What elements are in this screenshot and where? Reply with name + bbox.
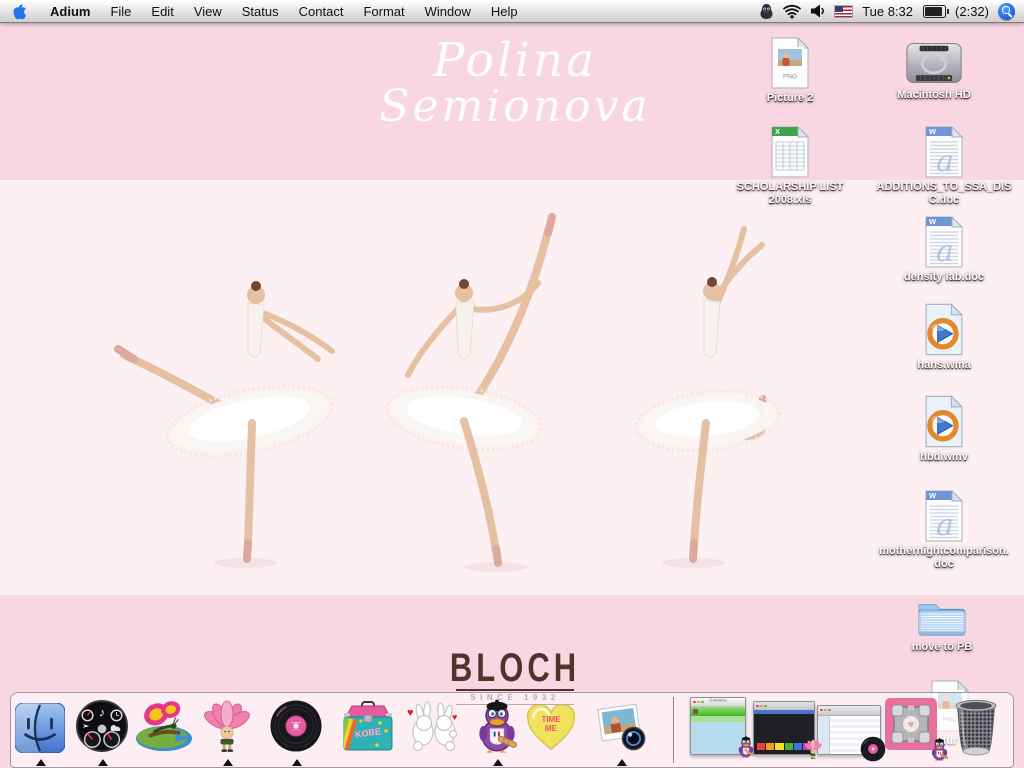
- windows-media-file-icon: [876, 392, 1012, 448]
- desktop-icon-scholarship-list[interactable]: SCHOLARSHIP LIST 2008.xls: [722, 122, 858, 207]
- dock-kissing-bunnies[interactable]: [405, 701, 463, 758]
- contact-group-row: [691, 707, 745, 716]
- desktop-icon-label: Macintosh HD: [897, 89, 971, 101]
- running-indicator: [36, 759, 46, 766]
- hard-drive-icon: [866, 30, 1002, 86]
- menu-help[interactable]: Help: [481, 4, 528, 19]
- dock-candy-heart[interactable]: TIME ME: [524, 705, 578, 758]
- dock-finder[interactable]: [15, 703, 65, 758]
- dock-separator: [673, 697, 674, 763]
- mini-window-titlebar: Contacts: [691, 698, 745, 707]
- word-file-icon: [876, 212, 1012, 268]
- beret-duck-badge-icon: [930, 737, 949, 761]
- dock-trash[interactable]: [948, 694, 1004, 763]
- png-file-icon: [722, 33, 858, 89]
- desktop-icon-picture-2[interactable]: Picture 2: [722, 33, 858, 105]
- desktop-icon-additions-to-ssa-disc[interactable]: ADDITIONS_TO_SSA_DISC.doc: [876, 122, 1012, 207]
- menu-bar: Adium File Edit View Status Contact Form…: [0, 0, 1024, 23]
- menu-contact[interactable]: Contact: [289, 4, 354, 19]
- dock-vinyl-record[interactable]: [269, 699, 323, 758]
- folder-icon: [874, 582, 1010, 638]
- dock-minimized-itunes-window[interactable]: [817, 705, 881, 755]
- windows-media-file-icon: [876, 300, 1012, 356]
- desktop-icon-label: move to PB: [911, 641, 973, 653]
- battery-time-remaining[interactable]: (2:32): [955, 4, 989, 19]
- menu-status[interactable]: Status: [232, 4, 289, 19]
- menu-file[interactable]: File: [100, 4, 141, 19]
- app-menu-adium[interactable]: Adium: [40, 4, 100, 19]
- desktop-icon-label: density lab.doc: [903, 271, 985, 283]
- desktop-icon-label: Picture 2: [766, 92, 814, 104]
- dock-beret-duck[interactable]: [475, 697, 519, 758]
- menu-format[interactable]: Format: [353, 4, 414, 19]
- apple-menu[interactable]: [0, 0, 40, 22]
- running-indicator: [292, 759, 302, 766]
- running-indicator: [493, 759, 503, 766]
- desktop-icon-macintosh-hd[interactable]: Macintosh HD: [866, 30, 1002, 102]
- excel-file-icon: [722, 122, 858, 178]
- dock: KOBE TIME ME Contacts: [10, 692, 1014, 768]
- bloch-wordmark: BLOCH: [449, 645, 581, 690]
- running-indicator: [223, 759, 233, 766]
- word-file-icon: [876, 486, 1012, 542]
- dock-kobe-lunchbox[interactable]: KOBE: [339, 701, 397, 758]
- dock-iphoto[interactable]: [594, 699, 648, 758]
- vinyl-record-badge-icon: [860, 736, 886, 762]
- volume-icon[interactable]: [810, 4, 826, 18]
- itunes-toolbar: [818, 706, 880, 716]
- desktop-icon-hbd-wmv[interactable]: hbd.wmv: [876, 392, 1012, 464]
- menu-edit[interactable]: Edit: [141, 4, 183, 19]
- desktop-icon-label: ADDITIONS_TO_SSA_DISC.doc: [876, 181, 1012, 206]
- desktop-icon-label: hans.wma: [917, 359, 971, 371]
- adium-duck-menu-icon[interactable]: [759, 3, 774, 20]
- thumbnail-strip: [757, 743, 812, 750]
- menu-clock[interactable]: Tue 8:32: [861, 4, 914, 19]
- desktop-icon-mothernightcomparison[interactable]: mothernightcomparison.doc: [876, 486, 1012, 571]
- mini-window-title: Contacts: [709, 697, 727, 703]
- running-indicator: [617, 759, 627, 766]
- dock-dashboard[interactable]: [75, 699, 129, 758]
- traffic-light-buttons: [820, 708, 831, 712]
- menu-view[interactable]: View: [184, 4, 232, 19]
- desktop-icon-label: SCHOLARSHIP LIST 2008.xls: [736, 181, 844, 206]
- desktop-screen: Polina Semionova BLOCH Picture 2 Macinto…: [0, 0, 1024, 768]
- dock-minimized-browser-window[interactable]: [753, 701, 815, 755]
- ballerinas-wallpaper-image: [114, 213, 782, 572]
- battery-icon[interactable]: [923, 4, 950, 18]
- lotus-badge-icon: [804, 739, 822, 759]
- wifi-icon[interactable]: [783, 4, 802, 19]
- spotlight-icon[interactable]: [998, 2, 1015, 20]
- desktop-icon-density-lab[interactable]: density lab.doc: [876, 212, 1012, 284]
- us-flag-input-icon[interactable]: [835, 5, 853, 17]
- beret-duck-badge-icon: [737, 735, 755, 758]
- artist-name-line1: Polina: [432, 33, 598, 88]
- desktop-icon-move-to-pb[interactable]: move to PB: [874, 582, 1010, 654]
- word-file-icon: [876, 122, 1012, 178]
- wallpaper-artist-name: Polina Semionova: [355, 36, 675, 130]
- running-indicator: [98, 759, 108, 766]
- menu-window[interactable]: Window: [415, 4, 481, 19]
- desktop-icon-label: hbd.wmv: [920, 451, 968, 463]
- dock-butterfly-pond[interactable]: [133, 697, 195, 758]
- desktop-icon-label: mothernightcomparison.doc: [879, 545, 1009, 570]
- desktop-icon-hans-wma[interactable]: hans.wma: [876, 300, 1012, 372]
- dock-lotus-sprite[interactable]: [203, 699, 251, 758]
- traffic-light-buttons: [756, 704, 767, 708]
- dock-minimized-companion-cube-image[interactable]: [885, 698, 937, 755]
- dock-minimized-adium-contacts-window[interactable]: Contacts: [690, 697, 746, 755]
- artist-name-line2: Semionova: [379, 81, 651, 132]
- browser-toolbar: [754, 702, 814, 710]
